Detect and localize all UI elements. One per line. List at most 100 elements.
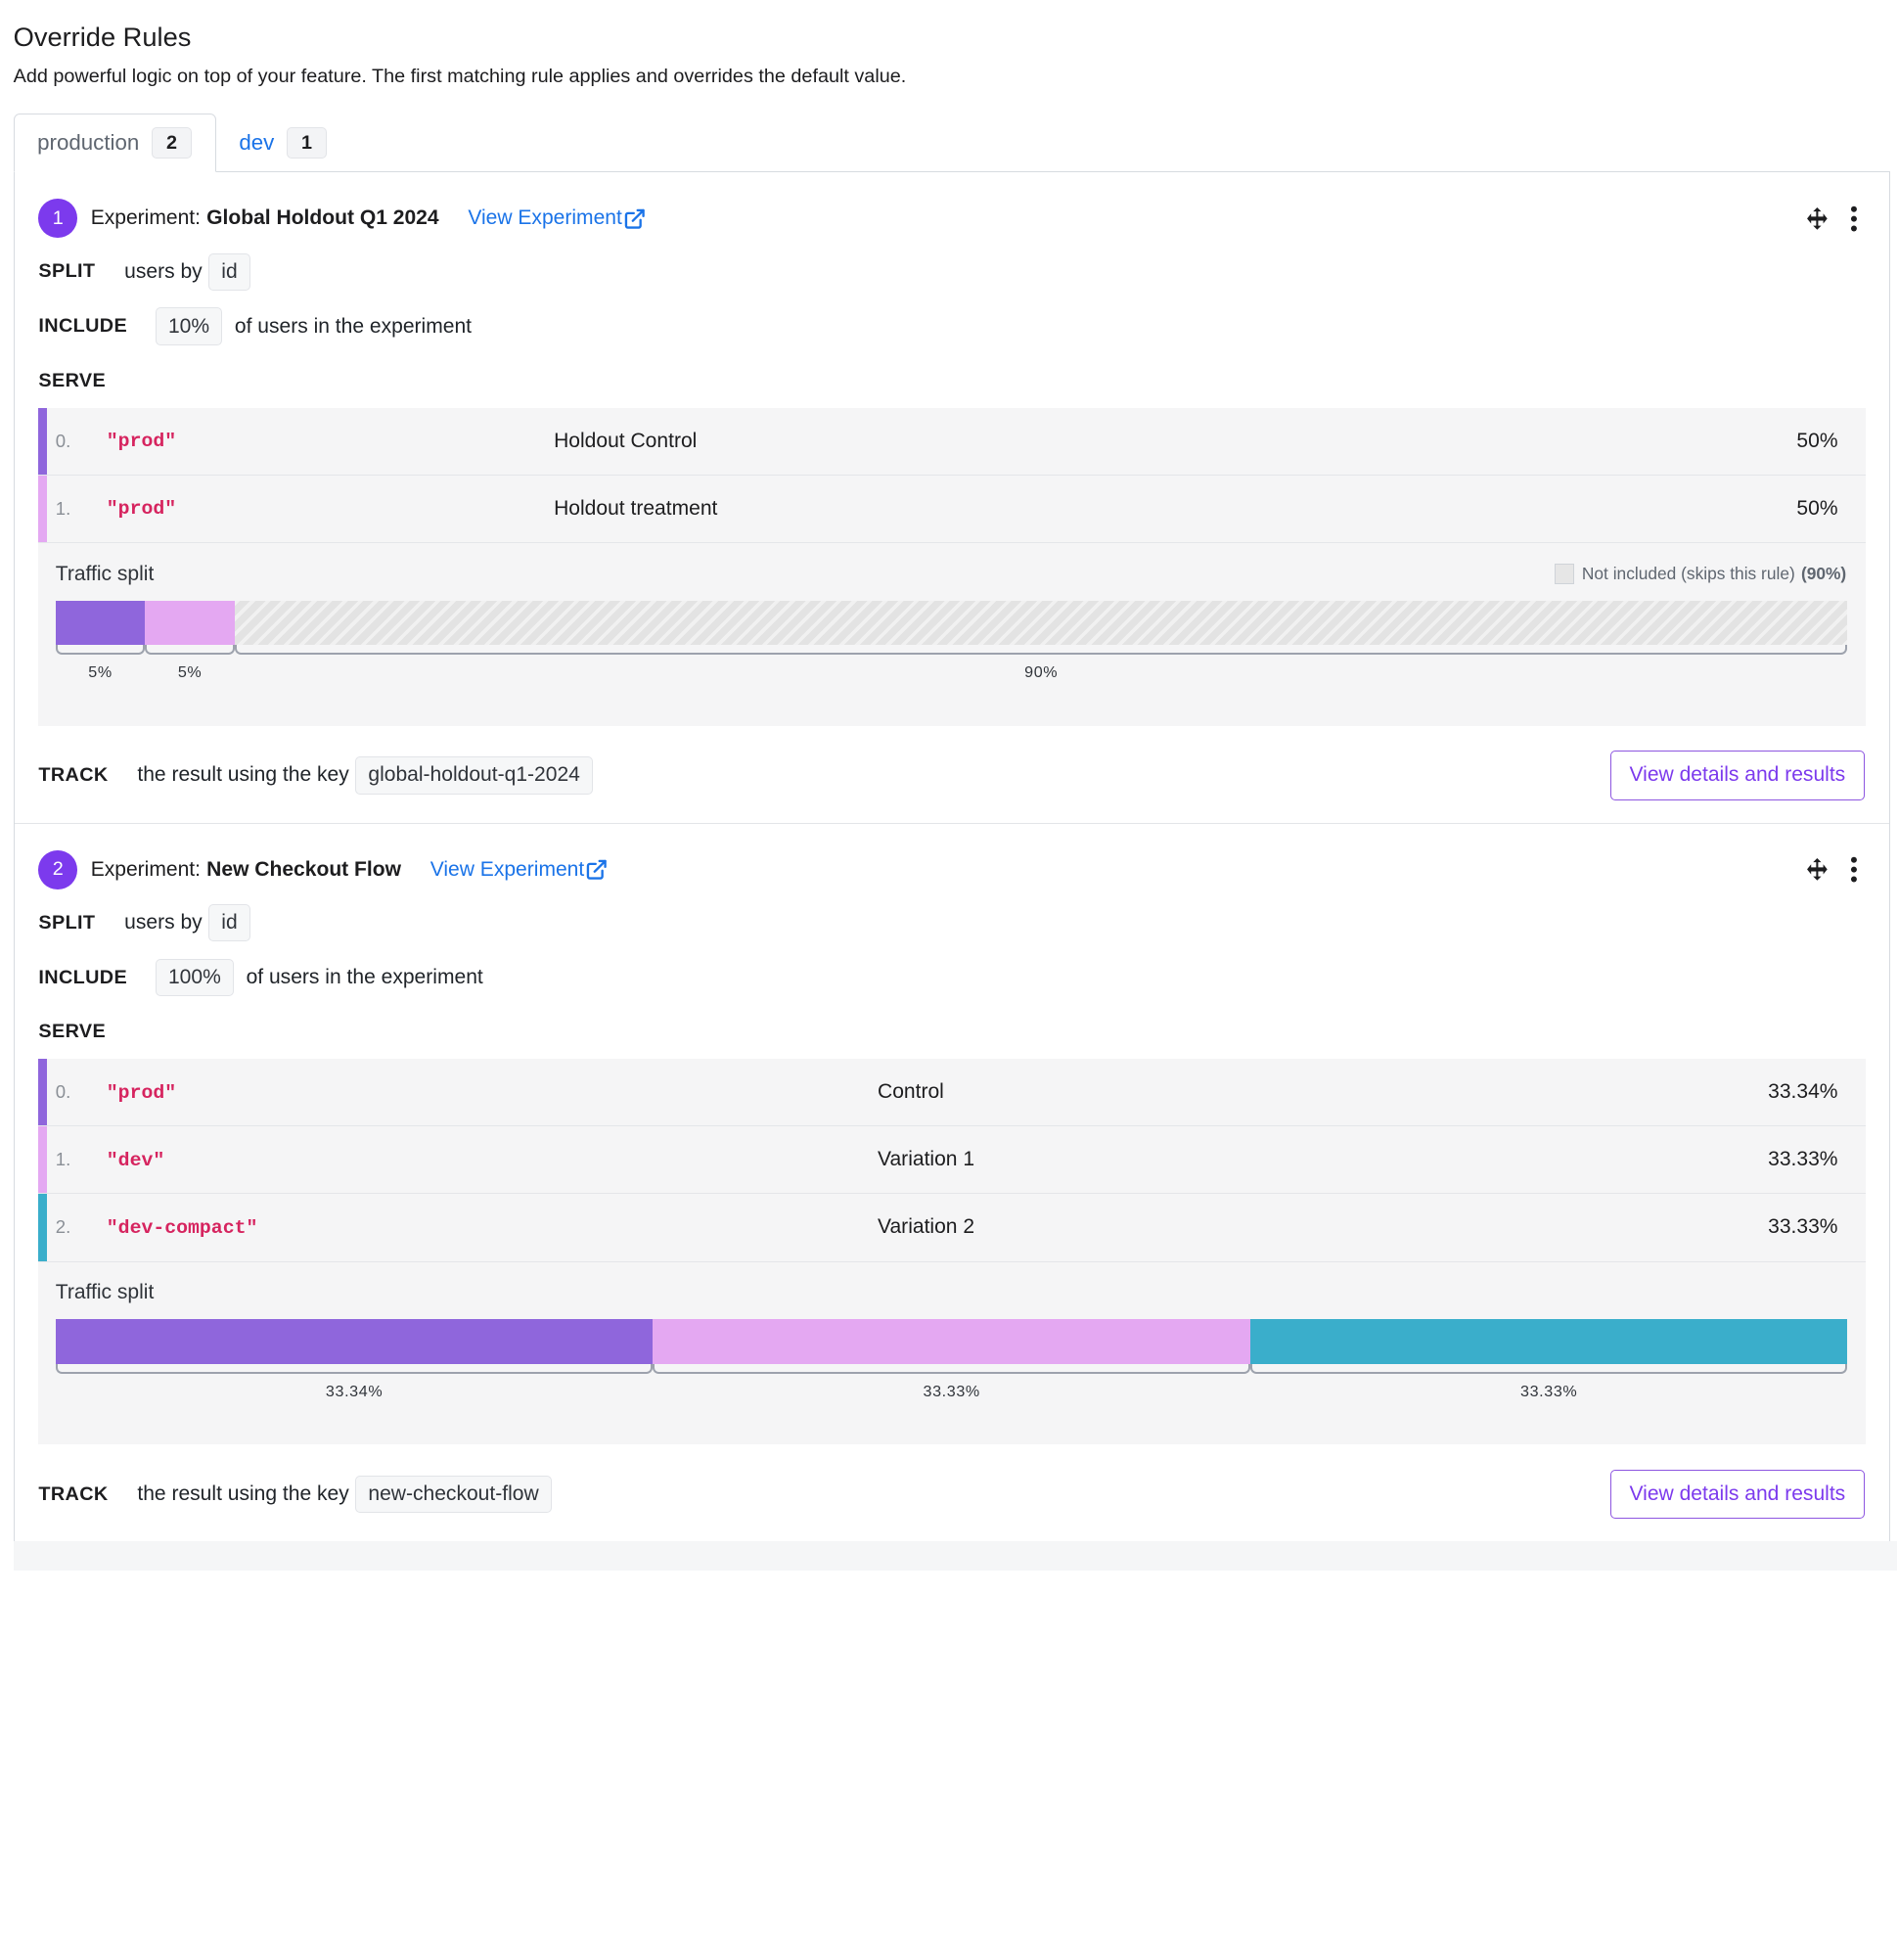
split-segment-variation-2 xyxy=(1249,1319,1848,1365)
tab-label: dev xyxy=(239,130,275,156)
legend-label: Not included (skips this rule) xyxy=(1581,563,1795,583)
external-link-icon xyxy=(587,859,608,880)
split-label: 33.33% xyxy=(923,1382,980,1400)
not-included-legend: Not included (skips this rule) (90%) xyxy=(1554,563,1847,584)
rule-header: 1 Experiment: Global Holdout Q1 2024 Vie… xyxy=(38,197,1864,241)
more-vertical-icon[interactable] xyxy=(1849,205,1859,232)
legend-swatch xyxy=(1554,564,1575,584)
rule-actions xyxy=(1805,205,1859,232)
more-vertical-icon[interactable] xyxy=(1849,856,1859,883)
split-labels: 5% 5% 90% xyxy=(56,663,1848,682)
split-label: 33.34% xyxy=(325,1382,384,1400)
page-subtitle: Add powerful logic on top of your featur… xyxy=(13,65,907,87)
track-line: TRACK the result using the key new-check… xyxy=(38,1469,1865,1520)
variation-color-bar xyxy=(38,1059,48,1126)
include-line: INCLUDE 10% of users in the experiment xyxy=(38,304,1864,348)
split-bracket xyxy=(653,1364,1250,1374)
split-bracket xyxy=(145,645,235,656)
variation-index: 0. xyxy=(55,1081,71,1103)
variation-percent: 33.33% xyxy=(1768,1215,1838,1239)
track-keyword: TRACK xyxy=(38,1482,109,1505)
view-experiment-link[interactable]: View Experiment xyxy=(468,206,646,230)
split-text: users by xyxy=(124,911,203,934)
split-bracket xyxy=(1249,1364,1848,1374)
include-percent-chip: 100% xyxy=(155,958,235,997)
variation-value: "prod" xyxy=(106,1080,177,1104)
tab-production[interactable]: production 2 xyxy=(13,113,216,173)
variation-name: Holdout treatment xyxy=(554,496,718,520)
legend-percent: (90%) xyxy=(1800,563,1847,583)
traffic-split: Traffic split Not included (skips this r… xyxy=(38,543,1866,726)
variation-name: Variation 2 xyxy=(878,1215,975,1239)
variation-name: Variation 1 xyxy=(878,1148,975,1171)
split-line: SPLIT users by id xyxy=(38,250,1864,294)
variation-value: "prod" xyxy=(106,497,177,521)
serve-table: 0. "prod" Control 33.34% 1. "dev" Variat… xyxy=(38,1059,1867,1445)
tab-dev[interactable]: dev 1 xyxy=(216,114,350,173)
variation-color-bar xyxy=(38,407,48,475)
variation-index: 2. xyxy=(55,1216,71,1238)
tab-label: production xyxy=(37,130,140,156)
drag-move-icon[interactable] xyxy=(1805,206,1830,231)
split-segment-control xyxy=(55,600,146,646)
track-line: TRACK the result using the key global-ho… xyxy=(38,750,1865,800)
experiment-prefix: Experiment: xyxy=(90,857,201,881)
variation-row: 1. "dev" Variation 1 33.33% xyxy=(38,1126,1867,1195)
variation-percent: 33.34% xyxy=(1768,1080,1838,1104)
variation-index: 0. xyxy=(55,430,71,451)
include-line: INCLUDE 100% of users in the experiment xyxy=(38,956,1864,1000)
serve-keyword: SERVE xyxy=(38,1021,107,1043)
serve-table: 0. "prod" Holdout Control 50% 1. "prod" … xyxy=(38,407,1867,726)
tracking-key-chip: new-checkout-flow xyxy=(354,1475,553,1514)
drag-move-icon[interactable] xyxy=(1805,857,1830,882)
traffic-split-title: Traffic split xyxy=(55,1281,155,1304)
variation-name: Control xyxy=(878,1080,944,1104)
view-experiment-label: View Experiment xyxy=(429,857,585,881)
serve-keyword: SERVE xyxy=(38,369,107,391)
serve-line: SERVE xyxy=(38,359,1864,403)
view-details-button[interactable]: View details and results xyxy=(1609,750,1865,800)
split-segment-not-included xyxy=(234,600,1848,646)
external-link-icon xyxy=(624,208,645,229)
variation-value: "dev-compact" xyxy=(106,1215,258,1239)
track-keyword: TRACK xyxy=(38,763,109,786)
include-percent-chip: 10% xyxy=(155,307,223,345)
track-text: the result using the key xyxy=(137,763,349,787)
variation-color-bar xyxy=(38,1126,48,1194)
split-bracket xyxy=(234,645,1848,656)
split-attribute-chip: id xyxy=(207,252,251,291)
override-rules-page: Override Rules Add powerful logic on top… xyxy=(0,0,1898,1571)
rule-card: 2 Experiment: New Checkout Flow View Exp… xyxy=(15,824,1889,1542)
variation-name: Holdout Control xyxy=(554,429,698,452)
split-brackets xyxy=(55,645,1848,657)
variation-color-bar xyxy=(38,475,48,542)
track-text: the result using the key xyxy=(137,1482,349,1506)
split-bracket xyxy=(55,645,146,656)
variation-row: 0. "prod" Control 33.34% xyxy=(38,1059,1867,1127)
split-segment-variation-1 xyxy=(653,1319,1250,1365)
traffic-split-bar xyxy=(55,1319,1848,1365)
traffic-split: Traffic split 33.34% 33.33% 33.33% xyxy=(38,1262,1866,1445)
include-text: of users in the experiment xyxy=(234,314,473,338)
experiment-name: Global Holdout Q1 2024 xyxy=(206,206,439,230)
variation-value: "dev" xyxy=(106,1148,165,1171)
footer-strip xyxy=(13,1541,1898,1571)
variation-percent: 33.33% xyxy=(1768,1148,1838,1171)
split-label: 5% xyxy=(177,662,203,681)
split-line: SPLIT users by id xyxy=(38,901,1864,945)
view-details-button[interactable]: View details and results xyxy=(1609,1469,1865,1520)
split-text: users by xyxy=(124,259,203,283)
variation-row: 2. "dev-compact" Variation 2 33.33% xyxy=(38,1194,1867,1262)
split-segment-treatment xyxy=(145,600,235,646)
variation-row: 1. "prod" Holdout treatment 50% xyxy=(38,475,1867,543)
include-keyword: INCLUDE xyxy=(38,966,128,988)
split-bracket xyxy=(55,1364,654,1374)
tab-count-badge: 2 xyxy=(151,126,193,160)
view-experiment-link[interactable]: View Experiment xyxy=(430,858,609,882)
tracking-key-chip: global-holdout-q1-2024 xyxy=(354,756,594,795)
rule-number-badge: 1 xyxy=(38,199,78,239)
include-text: of users in the experiment xyxy=(246,966,483,989)
split-keyword: SPLIT xyxy=(38,911,96,934)
split-label: 90% xyxy=(1024,662,1059,681)
split-segment-control xyxy=(55,1319,654,1365)
